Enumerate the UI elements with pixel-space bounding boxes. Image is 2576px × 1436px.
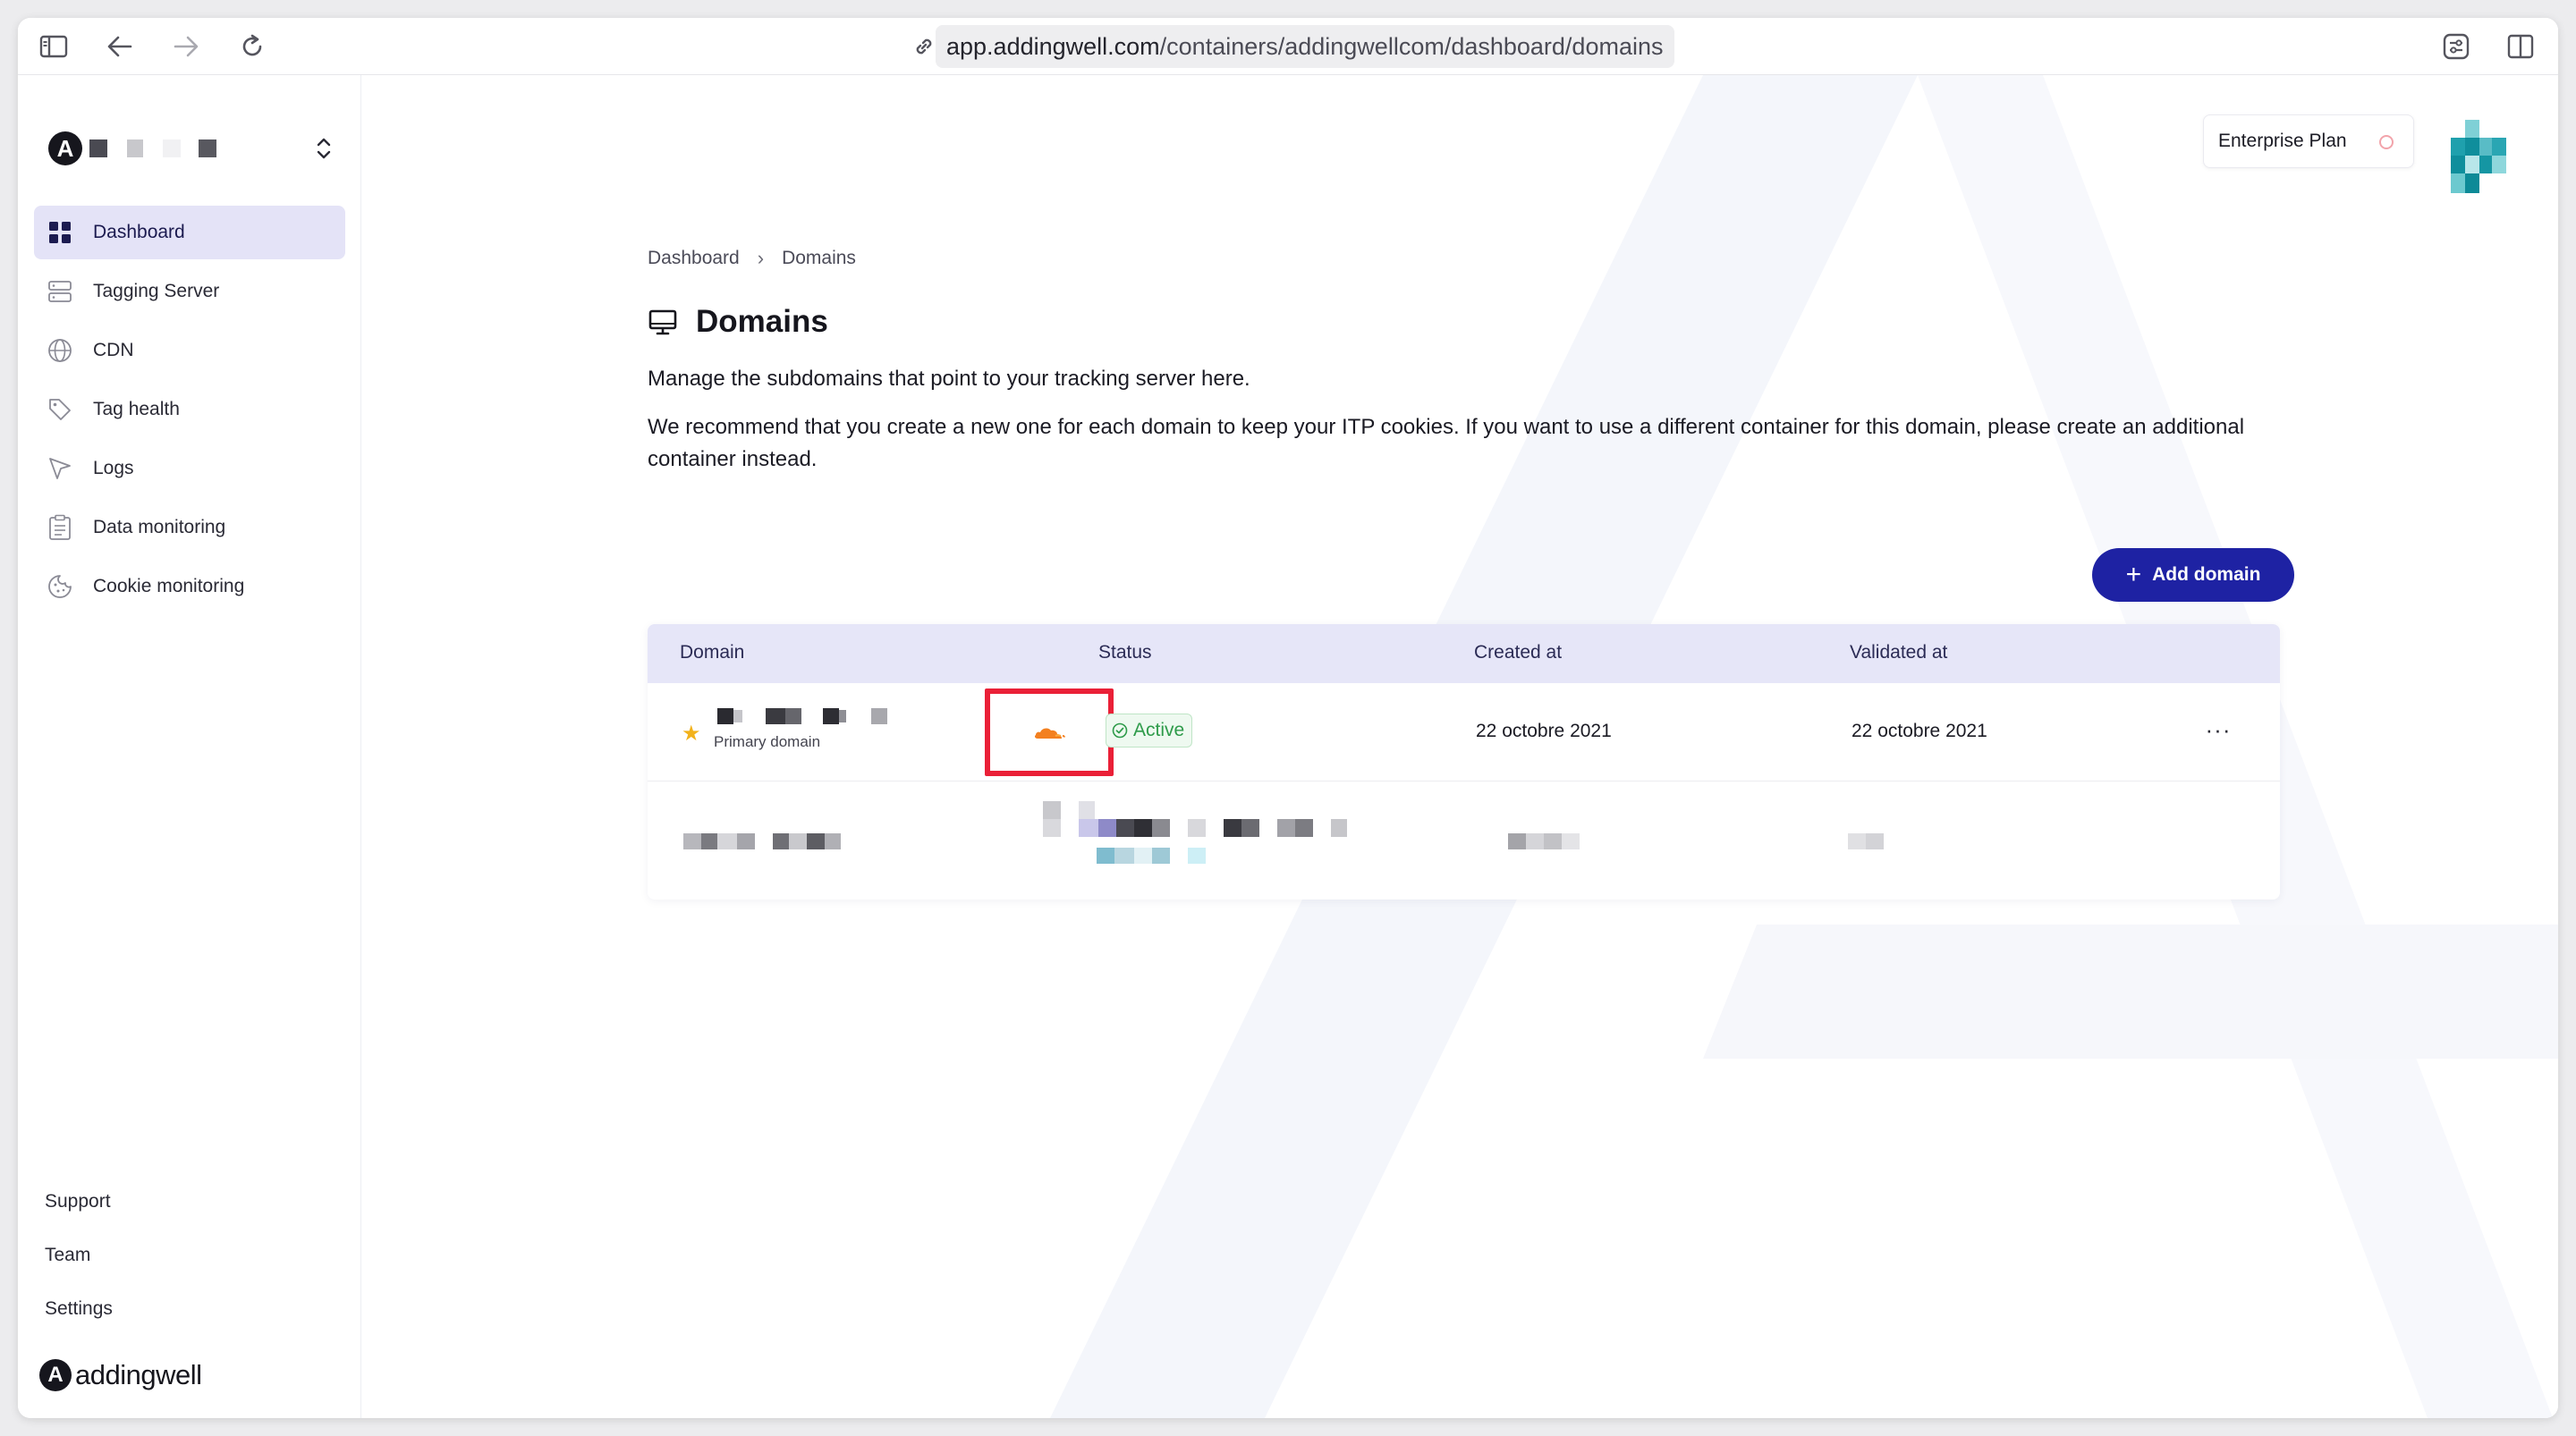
add-domain-button[interactable]: + Add domain — [2092, 548, 2294, 602]
url-host: app.addingwell.com — [946, 32, 1160, 60]
tag-icon — [47, 396, 73, 423]
sidebar: A Dashboard Tagging Server CDN Tag healt… — [18, 75, 361, 1418]
sidebar-item-data-monitoring[interactable]: Data monitoring — [34, 501, 345, 554]
domains-table: Domain Status Created at Validated at ★ — [648, 624, 2280, 900]
column-header-validated-at: Validated at — [1850, 642, 1948, 663]
workspace-name-redacted — [89, 139, 216, 157]
server-icon — [47, 278, 73, 305]
plan-badge[interactable]: Enterprise Plan — [2203, 114, 2414, 168]
cursor-arrow-icon — [47, 455, 73, 482]
page-description: Manage the subdomains that point to your… — [648, 367, 1250, 391]
brand-name: addingwell — [75, 1359, 202, 1390]
url-path: /containers/addingwellcom/dashboard/doma… — [1159, 32, 1664, 60]
sidebar-item-label: Dashboard — [93, 222, 185, 242]
page-heading: Domains — [696, 304, 828, 339]
breadcrumb-dashboard[interactable]: Dashboard — [648, 248, 740, 269]
forward-arrow-icon[interactable] — [172, 32, 200, 61]
column-header-domain: Domain — [680, 642, 745, 663]
workspace-switcher[interactable]: A — [48, 129, 352, 168]
reload-icon[interactable] — [238, 32, 267, 61]
extensions-icon[interactable] — [2442, 32, 2470, 61]
sidebar-item-label: Tagging Server — [93, 281, 220, 301]
address-bar[interactable]: app.addingwell.com/containers/addingwell… — [912, 25, 1674, 68]
created-at: 22 octobre 2021 — [1476, 721, 1612, 741]
url-text[interactable]: app.addingwell.com/containers/addingwell… — [936, 25, 1674, 68]
table-row[interactable]: ★ Primary domain Active 22 octobre 2021 … — [648, 683, 2280, 781]
sidebar-item-tag-health[interactable]: Tag health — [34, 383, 345, 436]
validated-at-redacted — [1848, 833, 1884, 849]
settings-link[interactable]: Settings — [45, 1282, 113, 1336]
monitor-icon — [648, 309, 677, 335]
plan-label: Enterprise Plan — [2218, 131, 2347, 151]
row-more-menu-button[interactable]: ··· — [2202, 714, 2234, 746]
domain-name-redacted — [717, 708, 887, 724]
main-content: Enterprise Plan Dashboard › Domains Doma… — [361, 75, 2558, 1418]
cookie-icon — [47, 573, 73, 600]
brand-logo[interactable]: A addingwell — [39, 1359, 202, 1391]
addingwell-logo-icon: A — [39, 1359, 72, 1391]
add-domain-label: Add domain — [2152, 564, 2261, 585]
breadcrumb-separator: › — [757, 247, 765, 269]
breadcrumb: Dashboard › Domains — [648, 247, 856, 270]
sidebar-item-label: Tag health — [93, 399, 180, 419]
column-header-created-at: Created at — [1474, 642, 1563, 663]
breadcrumb-domains[interactable]: Domains — [782, 248, 856, 269]
sidebar-bottom-links: Support Team Settings — [45, 1175, 113, 1336]
created-at-redacted — [1508, 833, 1580, 849]
cloudflare-icon[interactable] — [1030, 724, 1068, 742]
sidebar-item-label: Logs — [93, 458, 134, 478]
column-header-status: Status — [1098, 642, 1152, 663]
sidebar-nav: Dashboard Tagging Server CDN Tag health — [34, 206, 345, 619]
link-icon — [912, 25, 936, 68]
team-link[interactable]: Team — [45, 1229, 113, 1282]
workspace-logo-icon: A — [48, 131, 82, 165]
table-header: Domain Status Created at Validated at — [648, 624, 2280, 683]
primary-domain-label: Primary domain — [714, 733, 821, 750]
clipboard-icon — [47, 514, 73, 541]
sidebar-item-logs[interactable]: Logs — [34, 442, 345, 495]
globe-icon — [47, 337, 73, 364]
plus-icon: + — [2125, 560, 2142, 589]
sidebar-item-cookie-monitoring[interactable]: Cookie monitoring — [34, 560, 345, 613]
sidebar-item-cdn[interactable]: CDN — [34, 324, 345, 377]
table-row-redacted[interactable] — [648, 781, 2280, 900]
sidebar-item-label: Data monitoring — [93, 517, 226, 537]
domain-name-redacted — [683, 833, 841, 849]
highlight-box — [985, 688, 1114, 776]
sidebar-toggle-icon[interactable] — [39, 32, 68, 61]
status-text: Active — [1133, 720, 1185, 740]
sidebar-item-tagging-server[interactable]: Tagging Server — [34, 265, 345, 318]
sidebar-item-label: Cookie monitoring — [93, 576, 245, 596]
dashboard-grid-icon — [47, 219, 73, 246]
check-circle-icon — [1112, 722, 1128, 739]
browser-window: app.addingwell.com/containers/addingwell… — [18, 18, 2558, 1418]
plan-status-dot-icon — [2379, 135, 2394, 149]
sidebar-item-dashboard[interactable]: Dashboard — [34, 206, 345, 259]
primary-star-icon: ★ — [682, 722, 701, 746]
page-recommendation: We recommend that you create a new one f… — [648, 415, 2245, 471]
page-title: Domains — [648, 304, 828, 340]
support-link[interactable]: Support — [45, 1175, 113, 1229]
status-badge: Active — [1106, 714, 1193, 748]
validated-at: 22 octobre 2021 — [1852, 721, 1987, 741]
back-arrow-icon[interactable] — [106, 32, 134, 61]
avatar[interactable] — [2451, 120, 2506, 193]
status-redacted — [1043, 801, 1347, 864]
browser-toolbar: app.addingwell.com/containers/addingwell… — [18, 18, 2558, 75]
chevron-up-down-icon[interactable] — [313, 134, 335, 163]
sidebar-item-label: CDN — [93, 340, 134, 360]
split-view-icon[interactable] — [2506, 32, 2535, 61]
